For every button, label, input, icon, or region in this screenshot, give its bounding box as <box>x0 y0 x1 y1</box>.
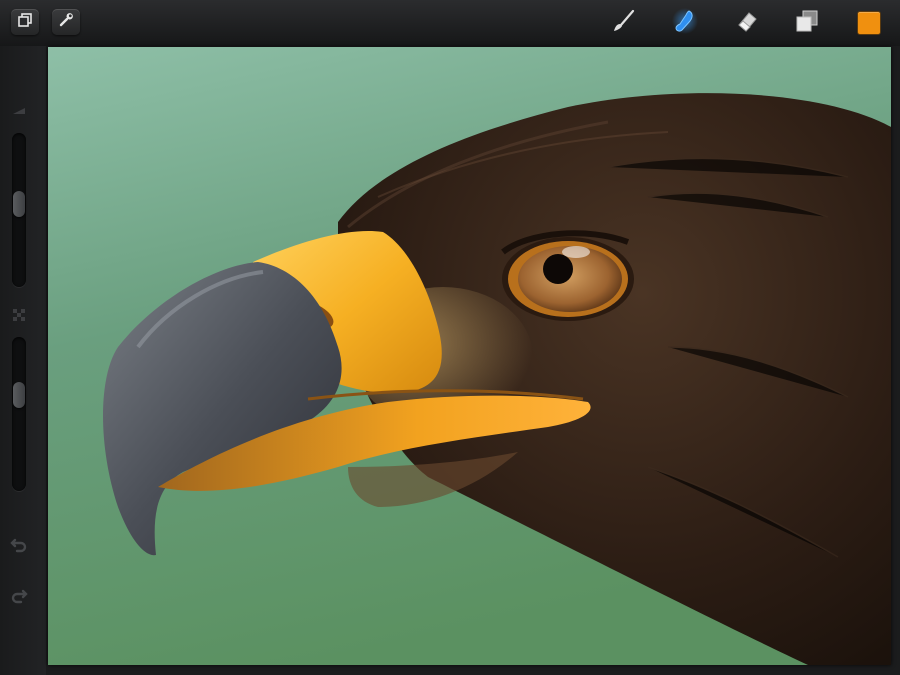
undo-button[interactable] <box>8 536 30 558</box>
opacity-slider[interactable] <box>12 337 26 491</box>
brush-tool[interactable] <box>608 8 638 38</box>
undo-icon <box>9 536 29 559</box>
drawing-canvas[interactable] <box>48 47 891 665</box>
size-icon <box>8 100 30 122</box>
brush-size-slider[interactable] <box>12 133 26 287</box>
gallery-icon <box>17 12 33 33</box>
left-sidebar <box>0 46 46 675</box>
brush-size-thumb[interactable] <box>13 191 25 217</box>
actions-button[interactable] <box>52 9 80 35</box>
eraser-tool[interactable] <box>732 8 762 38</box>
opacity-icon <box>8 304 30 326</box>
brush-icon <box>610 8 636 39</box>
redo-icon <box>9 587 29 610</box>
top-toolbar <box>0 0 900 46</box>
color-swatch[interactable] <box>857 11 881 35</box>
smudge-icon <box>671 7 699 40</box>
eagle-painting <box>48 47 891 665</box>
smudge-tool[interactable] <box>670 7 700 40</box>
layers-icon <box>794 8 820 39</box>
eraser-icon <box>734 8 760 39</box>
opacity-thumb[interactable] <box>13 382 25 408</box>
wrench-icon <box>58 12 74 33</box>
layers-tool[interactable] <box>792 8 822 38</box>
gallery-button[interactable] <box>11 9 39 35</box>
redo-button[interactable] <box>8 587 30 609</box>
